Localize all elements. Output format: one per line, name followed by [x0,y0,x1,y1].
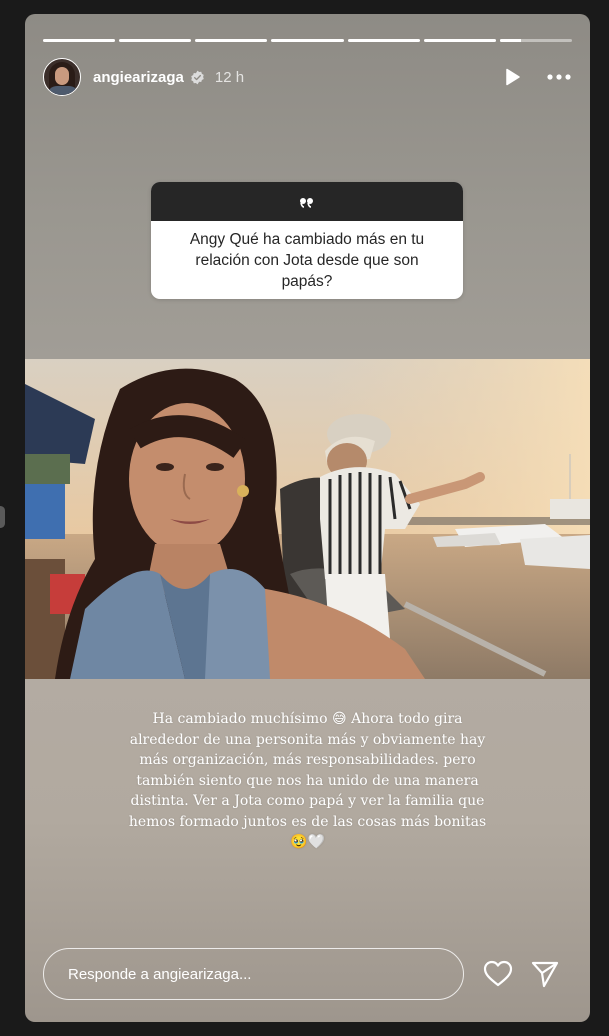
avatar[interactable] [43,58,81,96]
progress-segment [499,39,572,42]
reply-placeholder: Responde a angiearizaga... [68,965,252,983]
username-link[interactable]: angiearizaga [93,69,184,86]
quote-icon [300,197,313,208]
answer-line-5: distinta. Ver a Jota como papá y ver la … [130,793,485,809]
play-icon[interactable] [502,67,522,87]
more-options-icon[interactable] [546,67,572,87]
progress-segment [195,39,268,42]
story-progress-bar [43,39,572,42]
progress-segment [43,39,116,42]
verified-badge-icon [191,70,204,84]
reply-input[interactable]: Responde a angiearizaga... [43,948,464,1000]
side-scroll-indicator [0,506,5,528]
heart-icon[interactable] [483,960,513,988]
progress-segment [423,39,496,42]
answer-line-2: alrededor de una personita más y obviame… [129,731,486,748]
timestamp: 12 h [214,68,245,86]
answer-text: Ha cambiado muchísimo 😅 Ahora todo gira … [95,709,520,853]
progress-segment [271,39,344,42]
answer-line-1-end: Ahora todo gira [346,711,463,727]
question-sticker[interactable]: Angy Qué ha cambiado más en tu relación … [151,182,463,299]
emoji-line: 🥹🤍 [290,834,325,850]
question-header [151,182,463,221]
answer-line-4: también siento que nos ha unido de una m… [136,772,479,789]
question-text: Angy Qué ha cambiado más en tu relación … [189,230,425,290]
progress-segment [119,39,192,42]
story-header: angiearizaga 12 h [43,58,572,96]
progress-segment [347,39,420,42]
sweat-smile-emoji: 😅 [332,711,347,727]
answer-line-1: Ha cambiado muchísimo [152,711,333,727]
answer-line-6: hemos formado juntos es de las cosas más… [128,813,487,830]
send-icon[interactable] [530,960,560,988]
story-photo [25,359,590,679]
answer-line-3: más organización, más responsabilidades.… [139,752,476,768]
story-viewer[interactable]: angiearizaga 12 h Angy Qué ha cambiado m… [25,14,590,1022]
